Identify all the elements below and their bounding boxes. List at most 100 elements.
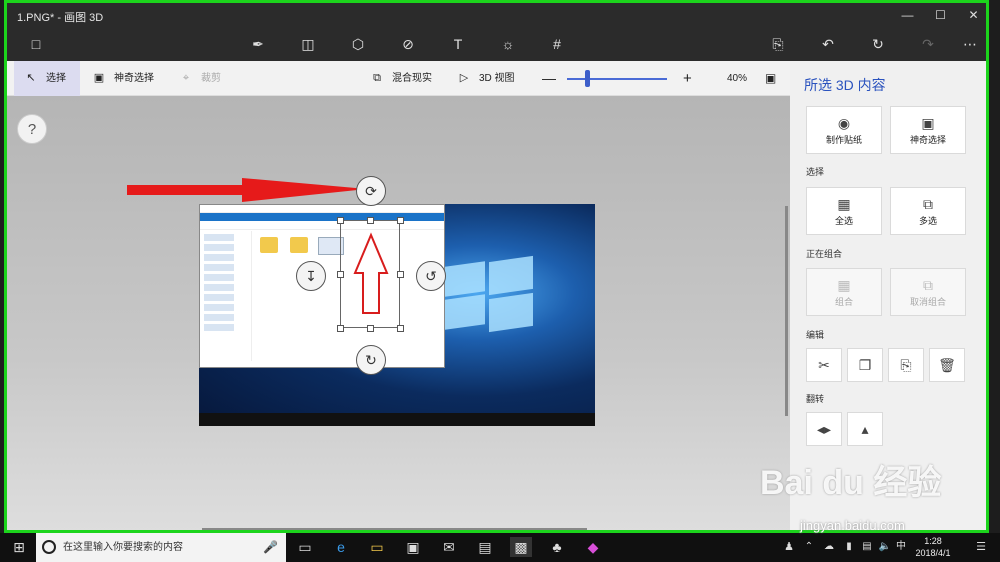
taskbar-search-box[interactable]: 在这里输入你要搜索的内容 🎤 <box>36 533 286 562</box>
taskbar-clock[interactable]: 1:28 2018/4/1 <box>903 535 963 559</box>
group-icon: ▦ <box>837 277 851 293</box>
canvas-area[interactable]: ? ⟳ ↧ ↺ ↻ <box>7 96 790 530</box>
screenshot-app-icon[interactable]: ▩ <box>510 537 532 557</box>
rotate-y-icon[interactable]: ↺ <box>416 261 446 291</box>
window-title: 1.PNG* - 画图 3D <box>17 12 104 24</box>
effects-icon[interactable]: ☼ <box>495 32 521 56</box>
magic-select-icon: ▣ <box>93 72 105 84</box>
up-arrow-shape <box>353 232 389 314</box>
ungroup-icon: ⧉ <box>923 277 933 293</box>
magic-select-label: 神奇选择 <box>114 73 154 84</box>
tray-arrow-icon[interactable]: ⌃ <box>798 537 820 557</box>
paint3d-taskbar-icon[interactable]: ◆ <box>582 537 604 557</box>
redo-icon[interactable]: ↷ <box>915 32 941 56</box>
depth-move-icon[interactable]: ↧ <box>296 261 326 291</box>
make-sticker-button[interactable]: ◉ 制作贴纸 <box>806 106 882 154</box>
baidu-watermark-url: jingyan.baidu.com <box>800 518 905 533</box>
vertical-scrollbar[interactable] <box>785 206 788 416</box>
microphone-icon[interactable]: 🎤 <box>263 533 278 562</box>
magic-select-panel-label: 神奇选择 <box>909 135 946 145</box>
zoom-out-button[interactable]: — <box>542 61 556 96</box>
mail-icon[interactable]: ✉ <box>438 537 460 557</box>
crop-button[interactable]: ⌖ 裁剪 <box>179 61 221 96</box>
rotate-z-icon[interactable]: ⟳ <box>356 176 386 206</box>
cursor-icon: ↖ <box>26 72 36 84</box>
zoom-slider-thumb[interactable] <box>585 70 590 87</box>
clock-time: 1:28 <box>924 536 942 546</box>
3d-view-label: 3D 视图 <box>479 73 515 84</box>
canvas-icon[interactable]: # <box>544 32 570 56</box>
task-view-icon[interactable]: ▭ <box>294 537 316 557</box>
resize-handle-t[interactable] <box>367 217 374 224</box>
crop-icon: ⌖ <box>182 72 190 84</box>
cut-button[interactable]: ✂ <box>806 348 842 382</box>
group-button[interactable]: ▦ 组合 <box>806 268 882 316</box>
selection-toolbar: ↖ 选择 ▣ 神奇选择 ⌖ 裁剪 ⧉ 混合现实 ▷ 3D 视图 — + 40% ▣ <box>7 61 790 96</box>
undo-icon[interactable]: ↶ <box>815 32 841 56</box>
panel-title: 所选 3D 内容 <box>804 77 886 93</box>
resize-handle-r[interactable] <box>397 271 404 278</box>
edge-icon[interactable]: e <box>330 537 352 557</box>
people-icon[interactable]: ♟ <box>778 537 800 557</box>
help-button[interactable]: ? <box>17 114 47 144</box>
screenshot-taskbar <box>199 413 595 426</box>
minimize-button[interactable]: — <box>891 3 924 27</box>
app-icon[interactable]: ▤ <box>474 537 496 557</box>
flip-vertical-icon: ▴ <box>861 421 869 437</box>
resize-handle-tr[interactable] <box>397 217 404 224</box>
folder-icon[interactable]: □ <box>23 32 49 56</box>
zoom-in-button[interactable]: + <box>683 61 692 96</box>
select-all-button[interactable]: ▦ 全选 <box>806 187 882 235</box>
mixed-reality-button[interactable]: ⧉ 混合现实 <box>370 61 432 96</box>
resize-handle-l[interactable] <box>337 271 344 278</box>
resize-handle-br[interactable] <box>397 325 404 332</box>
clock-date: 2018/4/1 <box>915 548 951 558</box>
close-button[interactable]: ✕ <box>957 3 986 27</box>
history-icon[interactable]: ↻ <box>865 32 891 56</box>
paint-icon[interactable]: ♣ <box>546 537 568 557</box>
multi-select-button[interactable]: ⧉ 多选 <box>890 187 966 235</box>
resize-handle-tl[interactable] <box>337 217 344 224</box>
resize-handle-b[interactable] <box>367 325 374 332</box>
section-flip-label: 翻转 <box>806 394 825 404</box>
notification-icon[interactable]: ☰ <box>970 537 992 557</box>
multi-select-icon: ⧉ <box>923 196 933 212</box>
image-view-icon[interactable]: ▣ <box>765 61 776 96</box>
flip-horizontal-button[interactable]: ◂▸ <box>806 412 842 446</box>
group-label: 组合 <box>834 297 853 307</box>
make-sticker-label: 制作贴纸 <box>825 135 862 145</box>
selection-box[interactable] <box>340 220 400 328</box>
mixed-reality-label: 混合现实 <box>392 73 432 84</box>
file-explorer-icon[interactable]: ▭ <box>366 537 388 557</box>
rotate-x-icon[interactable]: ↻ <box>356 345 386 375</box>
more-icon[interactable]: ⋯ <box>957 32 983 56</box>
baidu-watermark: Bai du 经验 <box>760 464 942 502</box>
red-arrow-annotation <box>127 178 367 202</box>
magic-select-button[interactable]: ▣ 神奇选择 <box>92 61 154 96</box>
copy-button[interactable]: ❐ <box>847 348 883 382</box>
delete-button[interactable]: 🗑 <box>929 348 965 382</box>
paste-button[interactable]: ⎘ <box>888 348 924 382</box>
start-icon[interactable]: ⊞ <box>8 537 30 557</box>
maximize-button[interactable]: ☐ <box>924 3 957 27</box>
brush-icon[interactable]: ✒ <box>245 32 271 56</box>
flip-vertical-button[interactable]: ▴ <box>847 412 883 446</box>
zoom-level: 40% <box>727 73 748 84</box>
zoom-slider-track[interactable] <box>567 78 667 80</box>
text-icon[interactable]: T <box>445 32 471 56</box>
onedrive-icon[interactable]: ☁ <box>818 537 840 557</box>
3d-shapes-icon[interactable]: ⬡ <box>345 32 371 56</box>
sticker-icon[interactable]: ⊘ <box>395 32 421 56</box>
copy-icon: ❐ <box>858 357 872 373</box>
horizontal-scrollbar[interactable] <box>202 528 587 530</box>
2d-shapes-icon[interactable]: ◫ <box>295 32 321 56</box>
paste-icon[interactable]: ⎘ <box>765 32 791 56</box>
3d-view-button[interactable]: ▷ 3D 视图 <box>457 61 515 96</box>
flip-horizontal-icon: ◂▸ <box>816 421 832 437</box>
section-select-label: 选择 <box>806 167 825 177</box>
magic-select-panel-button[interactable]: ▣ 神奇选择 <box>890 106 966 154</box>
store-icon[interactable]: ▣ <box>402 537 424 557</box>
ungroup-button[interactable]: ⧉ 取消组合 <box>890 268 966 316</box>
select-button[interactable]: ↖ 选择 <box>14 61 80 96</box>
resize-handle-bl[interactable] <box>337 325 344 332</box>
